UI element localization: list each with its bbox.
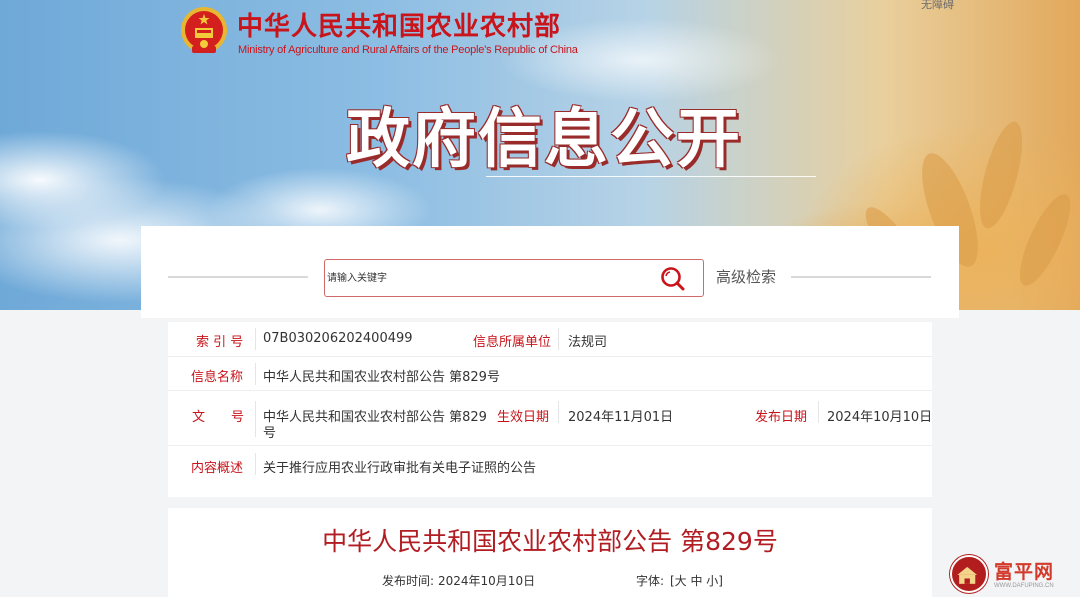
wheat-decoration (1010, 188, 1080, 292)
article-title: 中华人民共和国农业农村部公告 第829号 (322, 527, 778, 556)
column-divider (255, 453, 256, 475)
index-number-value: 07B030206202400499 (263, 331, 413, 346)
table-row: 索 引 号 07B030206202400499 信息所属单位 法规司 (168, 322, 932, 357)
accessibility-link[interactable]: 无障碍 (921, 0, 954, 12)
search-input[interactable] (327, 262, 647, 294)
search-section: 高级检索 (141, 226, 959, 318)
search-box (324, 259, 704, 297)
column-divider (255, 328, 256, 350)
publish-date-label: 发布日期 (755, 410, 808, 425)
table-row: 内容概述 关于推行应用农业行政审批有关电子证照的公告 (168, 446, 932, 481)
font-size-label: 字体: (636, 574, 665, 588)
column-divider (818, 401, 819, 423)
effective-date-value: 2024年11月01日 (568, 410, 674, 425)
doc-number-value: 中华人民共和国农业农村部公告 第829 (263, 410, 487, 425)
national-emblem-icon (181, 7, 227, 53)
unit-label: 信息所属单位 (473, 335, 552, 350)
font-size-controls[interactable]: [大 中 小] (670, 572, 723, 589)
banner-title: 政府信息公开 (346, 103, 742, 177)
banner-divider (486, 176, 816, 177)
info-name-value: 中华人民共和国农业农村部公告 第829号 (263, 370, 500, 385)
article-section: 中华人民共和国农业农村部公告 第829号 发布时间: 2024年10月10日 字… (168, 508, 932, 597)
column-divider (558, 401, 559, 423)
unit-value: 法规司 (568, 335, 608, 350)
publish-time-value: 2024年10月10日 (438, 574, 536, 588)
doc-number-label: 文 号 (192, 410, 245, 425)
info-name-label: 信息名称 (191, 370, 244, 385)
divider-line (168, 276, 308, 278)
ministry-name-en[interactable]: Ministry of Agriculture and Rural Affair… (238, 44, 578, 56)
search-icon[interactable] (659, 266, 687, 292)
wheat-decoration (971, 117, 1031, 233)
table-row: 信息名称 中华人民共和国农业农村部公告 第829号 (168, 357, 932, 391)
watermark-text: 富平网 (994, 561, 1055, 583)
watermark-url: WWW.DAFUPING.CN (994, 583, 1054, 589)
publish-time-label: 发布时间: (382, 574, 435, 588)
effective-date-label: 生效日期 (497, 410, 550, 425)
watermark-logo-icon (950, 555, 988, 593)
table-row: 文 号 中华人民共和国农业农村部公告 第829 号 生效日期 2024年11月0… (168, 391, 932, 446)
index-number-label: 索 引 号 (196, 335, 244, 350)
content-panel: 高级检索 索 引 号 07B030206202400499 信息所属单位 法规司… (141, 226, 959, 597)
publish-date-value: 2024年10月10日 (827, 410, 933, 425)
column-divider (255, 363, 256, 385)
summary-label: 内容概述 (191, 461, 244, 476)
divider-line (791, 276, 931, 278)
info-table: 索 引 号 07B030206202400499 信息所属单位 法规司 信息名称… (168, 322, 932, 497)
column-divider (558, 328, 559, 350)
doc-number-value-cont: 号 (263, 426, 277, 441)
page: 无障碍 中华人民共和国农业农村部 Ministry of Agriculture… (0, 0, 1080, 597)
column-divider (255, 401, 256, 437)
watermark: 富平网 WWW.DAFUPING.CN (948, 553, 1078, 597)
summary-value: 关于推行应用农业行政审批有关电子证照的公告 (263, 461, 537, 476)
advanced-search-link[interactable]: 高级检索 (716, 266, 776, 287)
ministry-name-cn[interactable]: 中华人民共和国农业农村部 (237, 6, 561, 43)
